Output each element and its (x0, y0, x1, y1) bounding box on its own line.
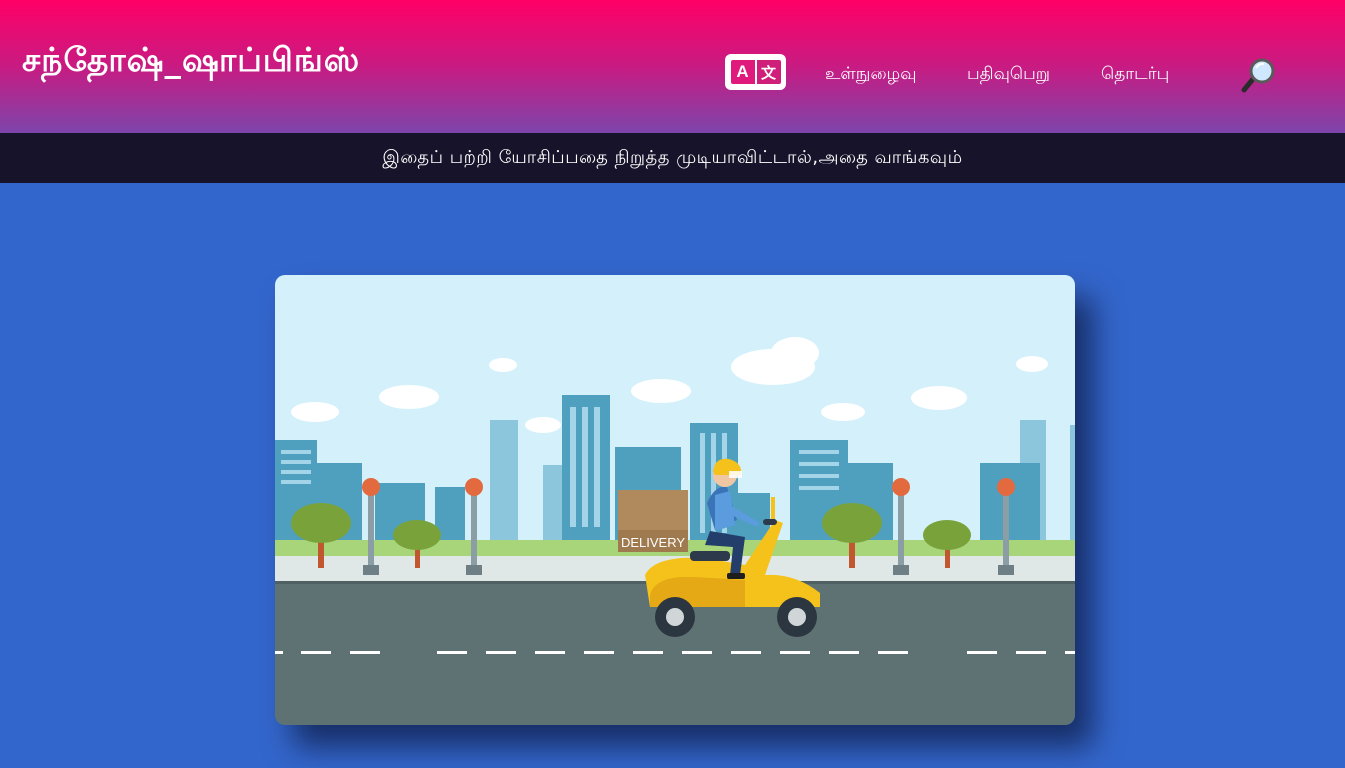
translate-button[interactable]: A 文 (725, 54, 786, 90)
delivery-box-label: DELIVERY (621, 535, 685, 550)
search-icon[interactable] (1240, 57, 1280, 95)
site-header: சந்தோஷ்_ஷாப்பிங்ஸ் A 文 உள்நுழைவு பதிவுபெ… (0, 0, 1345, 133)
nav-contact[interactable]: தொடர்பு (1101, 64, 1169, 86)
nav-signup[interactable]: பதிவுபெறு (967, 64, 1050, 86)
site-brand[interactable]: சந்தோஷ்_ஷாப்பிங்ஸ் (22, 40, 360, 84)
translate-icon-latin: A (730, 60, 755, 84)
translate-icon-cjk: 文 (756, 60, 781, 84)
tagline-text: இதைப் பற்றி யோசிப்பதை நிறுத்த முடியாவிட்… (382, 146, 963, 168)
tagline-bar: இதைப் பற்றி யோசிப்பதை நிறுத்த முடியாவிட்… (0, 133, 1345, 183)
nav-login[interactable]: உள்நுழைவு (825, 64, 917, 86)
hero-image-card: DELIVERY (275, 275, 1075, 725)
delivery-scooter-illustration: DELIVERY (275, 275, 1075, 725)
